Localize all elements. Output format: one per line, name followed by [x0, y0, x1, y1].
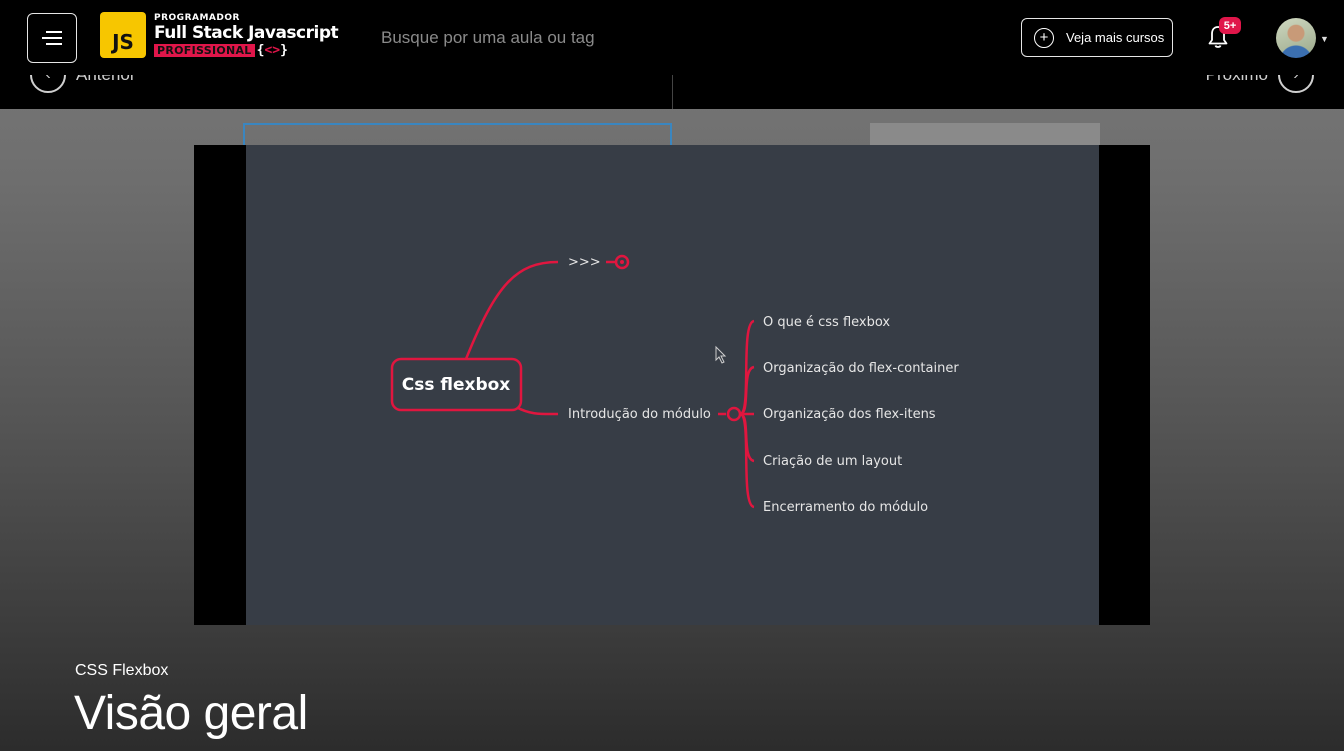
mind-map-item: Criação de um layout	[763, 454, 902, 469]
nav-divider	[672, 75, 673, 109]
mind-map-item: Organização dos flex-itens	[763, 407, 936, 422]
module-name: CSS Flexbox	[75, 662, 169, 679]
search-input[interactable]	[381, 26, 781, 50]
mind-map-center-label: Css flexbox	[402, 375, 511, 395]
chevron-left-icon: ‹	[30, 75, 66, 93]
menu-button[interactable]	[27, 13, 77, 63]
lesson-navigation: ‹ Anterior Próximo ›	[0, 75, 1344, 109]
mind-map-hub	[726, 406, 742, 422]
video-slide: Css flexbox >>> Introdução do módulo O q…	[246, 145, 1099, 625]
mind-map-item: Organização do flex-container	[763, 361, 959, 376]
plus-icon: +	[1034, 27, 1054, 48]
cursor-icon	[715, 345, 727, 364]
course-logo[interactable]: JS PROGRAMADOR Full Stack Javascript PRO…	[100, 12, 339, 58]
mind-map-mid-label: Introdução do módulo	[568, 407, 711, 422]
previous-lesson-button[interactable]: ‹ Anterior	[30, 75, 146, 93]
notification-badge: 5+	[1219, 17, 1241, 34]
logo-line-profissional: PROFISSIONAL	[154, 43, 255, 57]
menu-icon	[42, 31, 62, 45]
chevron-right-icon: ›	[1278, 75, 1314, 93]
js-logo-badge: JS	[100, 12, 146, 58]
top-bar: JS PROGRAMADOR Full Stack Javascript PRO…	[0, 0, 1344, 75]
mind-map-top-label: >>>	[568, 255, 601, 270]
more-courses-button[interactable]: + Veja mais cursos	[1021, 18, 1173, 57]
lesson-title: Visão geral	[74, 687, 308, 740]
chevron-down-icon[interactable]: ▼	[1320, 34, 1329, 44]
next-label: Próximo	[1206, 75, 1268, 85]
next-lesson-button[interactable]: Próximo ›	[1196, 75, 1314, 93]
mind-map-item: O que é css flexbox	[763, 315, 890, 330]
mind-map-item: Encerramento do módulo	[763, 500, 928, 515]
more-courses-label: Veja mais cursos	[1066, 30, 1165, 45]
logo-brace: {<>}	[256, 42, 288, 58]
logo-line-course-name: Full Stack Javascript	[154, 22, 339, 43]
logo-line-programador: PROGRAMADOR	[154, 12, 240, 23]
mind-map-branch-mid	[515, 405, 559, 416]
video-player[interactable]: Css flexbox >>> Introdução do módulo O q…	[194, 145, 1150, 625]
previous-label: Anterior	[76, 75, 136, 85]
mind-map: Css flexbox >>> Introdução do módulo O q…	[390, 254, 959, 515]
avatar[interactable]	[1276, 18, 1316, 58]
mind-map-branch-top	[464, 260, 559, 360]
